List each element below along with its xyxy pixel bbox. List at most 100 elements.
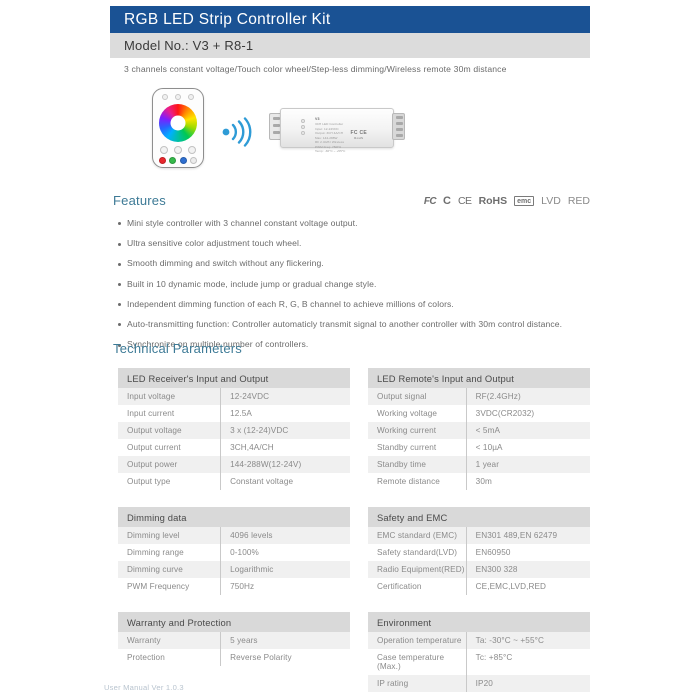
bullet-icon	[118, 242, 121, 246]
table-row: PWM Frequency 750Hz	[118, 578, 350, 595]
spec-value: Ta: -30°C ~ +55°C	[465, 632, 590, 649]
spec-value: Constant voltage	[220, 473, 350, 490]
spec-key: Remote distance	[377, 477, 440, 486]
spec-key: Working voltage	[377, 409, 438, 418]
spec-value: EN60950	[465, 544, 590, 561]
table-row: Output power 144-288W(12-24V)	[118, 456, 350, 473]
controller-run-led-icon	[301, 119, 305, 123]
spec-key: Case temperature (Max.)	[377, 653, 445, 671]
table-row: Radio Equipment(RED) EN300 328	[368, 561, 590, 578]
bullet-icon	[118, 303, 121, 307]
table-row: Standby time 1 year	[368, 456, 590, 473]
spec-value: < 10µA	[465, 439, 590, 456]
spec-key: Working current	[377, 426, 437, 435]
spec-key: Certification	[377, 582, 422, 591]
spec-value: 0-100%	[220, 544, 350, 561]
table-row: Output current 3CH,4A/CH	[118, 439, 350, 456]
controller-unit-image: V3 3CH LED Controller Input: 12-24VDC Ou…	[268, 104, 406, 154]
spec-value: Reverse Polarity	[220, 649, 350, 666]
controller-led-indicators	[301, 119, 305, 136]
spec-table-title: Safety and EMC	[368, 507, 590, 527]
rohs-mark-icon: RoHS	[478, 195, 508, 207]
datasheet-page: RGB LED Strip Controller Kit Model No.: …	[0, 0, 700, 700]
spec-value: RF(2.4GHz)	[465, 388, 590, 405]
controller-print-line3: Output: 3CH 4A/CH	[315, 131, 344, 136]
table-row: EMC standard (EMC) EN301 489,EN 62479	[368, 527, 590, 544]
table-row: Certification CE,EMC,LVD,RED	[368, 578, 590, 595]
spec-value: IP20	[465, 675, 590, 692]
spec-table: Safety and EMC EMC standard (EMC) EN301 48…	[368, 507, 590, 595]
table-row: Working current < 5mA	[368, 422, 590, 439]
spec-key: Safety standard(LVD)	[377, 548, 458, 557]
fc-mark-icon: FC	[423, 195, 437, 207]
remote-prev-button-icon	[160, 146, 168, 154]
spec-key: Output type	[127, 477, 171, 486]
remote-color-buttons	[153, 157, 203, 164]
spec-key: Input voltage	[127, 392, 176, 401]
spec-table-title: Warranty and Protection	[118, 612, 350, 632]
table-row: Input current 12.5A	[118, 405, 350, 422]
page-title: RGB LED Strip Controller Kit	[124, 10, 331, 28]
remote-middle-buttons	[153, 146, 203, 154]
table-row: Safety standard(LVD) EN60950	[368, 544, 590, 561]
remote-blue-button-icon	[179, 157, 187, 164]
features-heading: Features	[113, 193, 166, 208]
controller-print-line5: RF 2.4GHz Wireless	[315, 140, 345, 145]
controller-rohs-label: RoHS	[354, 136, 364, 140]
spec-table-title: Environment	[368, 612, 590, 632]
table-row: Standby current < 10µA	[368, 439, 590, 456]
table-row: IP rating IP20	[368, 675, 590, 692]
table-row: Case temperature (Max.) Tc: +85°C	[368, 649, 590, 675]
model-number-bar: Model No.: V3 + R8-1	[110, 33, 590, 58]
feature-item-text: Built in 10 dynamic mode, include jump o…	[127, 278, 377, 289]
certification-marks-row: FC C CE RoHS emc LVD RED	[424, 195, 590, 207]
spec-value: 12-24VDC	[220, 388, 350, 405]
spec-value: CE,EMC,LVD,RED	[465, 578, 590, 595]
controller-print-line7: Temp: -30°C ~ +55°C	[315, 149, 346, 154]
spec-key: Protection	[127, 653, 165, 662]
table-row: Output voltage 3 x (12-24)VDC	[118, 422, 350, 439]
spec-table-title: LED Receiver's Input and Output	[118, 368, 350, 388]
remote-save-button-icon	[188, 94, 195, 100]
spec-table: LED Receiver's Input and Output Input vol…	[118, 368, 350, 490]
spec-value: 144-288W(12-24V)	[220, 456, 350, 473]
feature-item-text: Smooth dimming and switch without any fl…	[127, 258, 324, 269]
spec-table-title: Dimming data	[118, 507, 350, 527]
specs-column-right: LED Remote's Input and Output Output sign…	[368, 368, 590, 700]
spec-value: 1 year	[465, 456, 590, 473]
spec-key: Output current	[127, 443, 181, 452]
spec-key: Standby time	[377, 460, 426, 469]
feature-item-text: Auto-transmitting function: Controller a…	[127, 318, 563, 329]
features-list: Mini style controller with 3 channel con…	[118, 218, 593, 359]
controller-match-led-icon	[301, 131, 305, 136]
bullet-icon	[118, 262, 121, 266]
table-row: Output type Constant voltage	[118, 473, 350, 490]
manual-version-footer: User Manual Ver 1.0.3	[104, 683, 184, 692]
table-row: Dimming level 4096 levels	[118, 527, 350, 544]
ce-mark-icon: CE	[457, 195, 472, 207]
product-title-bar: RGB LED Strip Controller Kit	[110, 6, 590, 33]
spec-value: Tc: +85°C	[465, 649, 590, 675]
spec-value: 3VDC(CR2032)	[465, 405, 590, 422]
remote-control-image	[152, 88, 204, 168]
spec-table-title: LED Remote's Input and Output	[368, 368, 590, 388]
feature-item: Auto-transmitting function: Controller a…	[118, 319, 593, 331]
spec-value: EN300 328	[465, 561, 590, 578]
remote-play-button-icon	[174, 94, 181, 100]
feature-item: Mini style controller with 3 channel con…	[118, 218, 593, 230]
controller-set-led-icon	[301, 125, 305, 130]
spec-table: LED Remote's Input and Output Output sign…	[368, 368, 590, 490]
spec-value: 5 years	[220, 632, 350, 649]
spec-key: Dimming level	[127, 531, 180, 540]
spec-value: 3CH,4A/CH	[220, 439, 350, 456]
table-row: Warranty 5 years	[118, 632, 350, 649]
controller-print-block: V3 3CH LED Controller Input: 12-24VDC Ou…	[315, 117, 345, 154]
spec-key: Operation temperature	[377, 636, 462, 645]
feature-item: Independent dimming function of each R, …	[118, 299, 593, 311]
remote-power-button-icon	[161, 94, 168, 100]
spec-key: Warranty	[127, 636, 161, 645]
product-image-area: V3 3CH LED Controller Input: 12-24VDC Ou…	[110, 86, 590, 178]
spec-value: 4096 levels	[220, 527, 350, 544]
remote-next-button-icon	[188, 146, 196, 154]
spec-table: Dimming data Dimming level 4096 levels Dimm…	[118, 507, 350, 595]
